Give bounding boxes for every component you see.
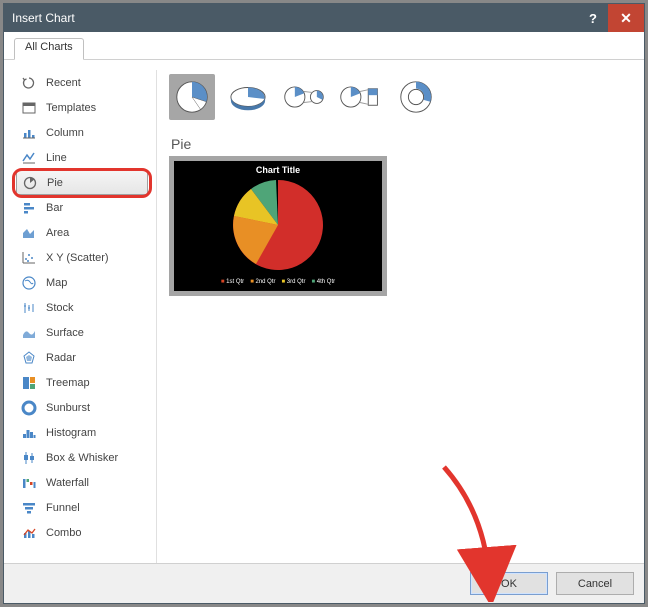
sidebar-item-scatter[interactable]: X Y (Scatter) <box>16 245 148 270</box>
sidebar-item-pie[interactable]: Pie <box>16 170 148 195</box>
sidebar-item-label: Radar <box>46 352 76 364</box>
area-icon <box>20 225 38 241</box>
main-pane: Pie Chart Title 1st Qtr <box>156 70 632 563</box>
chart-category-list: Recent Templates Column <box>16 70 148 563</box>
dialog-content: All Charts Recent Templates <box>4 32 644 603</box>
preview-legend: 1st Qtr 2nd Qtr 3rd Qtr 4th Qtr <box>221 279 335 285</box>
sidebar-item-label: Area <box>46 227 69 239</box>
histogram-icon <box>20 425 38 441</box>
sidebar-item-radar[interactable]: Radar <box>16 345 148 370</box>
sidebar-item-surface[interactable]: Surface <box>16 320 148 345</box>
sidebar-item-label: Map <box>46 277 67 289</box>
sidebar-item-label: Recent <box>46 77 81 89</box>
map-icon <box>20 275 38 291</box>
sidebar-item-treemap[interactable]: Treemap <box>16 370 148 395</box>
sidebar-item-map[interactable]: Map <box>16 270 148 295</box>
sidebar-item-line[interactable]: Line <box>16 145 148 170</box>
sidebar-item-label: Combo <box>46 527 81 539</box>
subtype-label: Pie <box>171 136 632 152</box>
sidebar-item-label: Funnel <box>46 502 80 514</box>
sidebar-item-label: Line <box>46 152 67 164</box>
sidebar-item-waterfall[interactable]: Waterfall <box>16 470 148 495</box>
variant-bar-of-pie[interactable] <box>337 74 383 120</box>
sidebar-item-label: Waterfall <box>46 477 89 489</box>
dialog-footer: OK Cancel <box>4 563 644 603</box>
sidebar-item-label: Bar <box>46 202 63 214</box>
radar-icon <box>20 350 38 366</box>
help-button[interactable]: ? <box>578 4 608 32</box>
sidebar-item-label: Sunburst <box>46 402 90 414</box>
funnel-icon <box>20 500 38 516</box>
sidebar-item-histogram[interactable]: Histogram <box>16 420 148 445</box>
sidebar-item-column[interactable]: Column <box>16 120 148 145</box>
variant-pie-of-pie[interactable] <box>281 74 327 120</box>
tab-all-charts[interactable]: All Charts <box>14 38 84 60</box>
window-title: Insert Chart <box>12 11 75 25</box>
sidebar-item-combo[interactable]: Combo <box>16 520 148 545</box>
combo-icon <box>20 525 38 541</box>
titlebar: Insert Chart ? ✕ <box>4 4 644 32</box>
sidebar-item-label: Column <box>46 127 84 139</box>
close-button[interactable]: ✕ <box>608 4 644 32</box>
preview-chart-title: Chart Title <box>256 165 300 175</box>
variant-pie-3d[interactable] <box>225 74 271 120</box>
sidebar-item-templates[interactable]: Templates <box>16 95 148 120</box>
sidebar-item-label: Stock <box>46 302 74 314</box>
subtype-gallery <box>169 70 632 134</box>
templates-icon <box>20 100 38 116</box>
ok-button[interactable]: OK <box>470 572 548 595</box>
stock-icon <box>20 300 38 316</box>
cancel-button[interactable]: Cancel <box>556 572 634 595</box>
sidebar-item-sunburst[interactable]: Sunburst <box>16 395 148 420</box>
variant-doughnut[interactable] <box>393 74 439 120</box>
sidebar-item-label: Templates <box>46 102 96 114</box>
sidebar-item-label: Surface <box>46 327 84 339</box>
sidebar-item-label: Histogram <box>46 427 96 439</box>
sidebar-item-bar[interactable]: Bar <box>16 195 148 220</box>
sidebar-item-label: X Y (Scatter) <box>46 252 109 264</box>
tabstrip: All Charts <box>4 32 644 60</box>
preview-pie-icon <box>223 175 333 275</box>
scatter-icon <box>20 250 38 266</box>
recent-icon <box>20 75 38 91</box>
bar-icon <box>20 200 38 216</box>
sidebar-item-boxwhisker[interactable]: Box & Whisker <box>16 445 148 470</box>
variant-pie[interactable] <box>169 74 215 120</box>
sidebar-item-funnel[interactable]: Funnel <box>16 495 148 520</box>
sidebar-item-area[interactable]: Area <box>16 220 148 245</box>
waterfall-icon <box>20 475 38 491</box>
sidebar-item-recent[interactable]: Recent <box>16 70 148 95</box>
sidebar-item-label: Box & Whisker <box>46 452 118 464</box>
insert-chart-dialog: Insert Chart ? ✕ All Charts Recent <box>3 3 645 604</box>
sidebar-item-stock[interactable]: Stock <box>16 295 148 320</box>
treemap-icon <box>20 375 38 391</box>
pie-icon <box>21 175 39 191</box>
surface-icon <box>20 325 38 341</box>
sidebar-item-label: Pie <box>47 177 63 189</box>
line-icon <box>20 150 38 166</box>
chart-preview[interactable]: Chart Title 1st Qtr 2nd Qtr 3r <box>169 156 387 296</box>
sidebar-item-label: Treemap <box>46 377 90 389</box>
sunburst-icon <box>20 400 38 416</box>
dialog-body: Recent Templates Column <box>4 60 644 563</box>
column-icon <box>20 125 38 141</box>
box-whisker-icon <box>20 450 38 466</box>
